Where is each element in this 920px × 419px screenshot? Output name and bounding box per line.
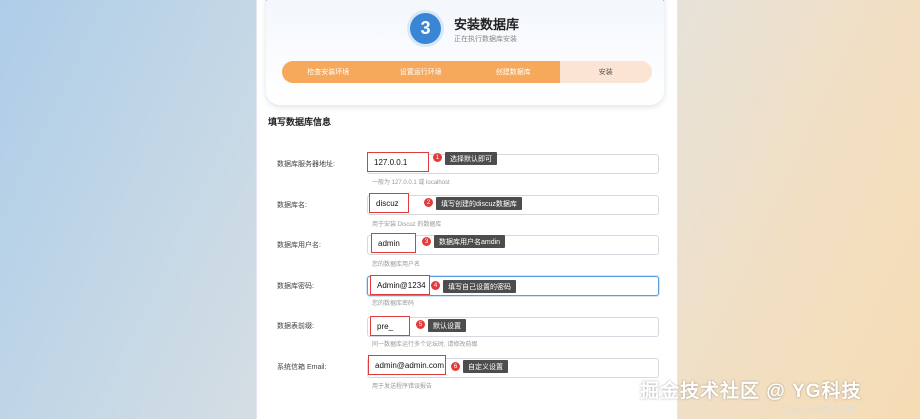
annotation-badge-2: 2 [424,198,433,207]
step-set-env: 设置运行环境 [374,61,467,83]
progress-steps: 检查安装环境 设置运行环境 创建数据库 安装 [282,61,652,83]
annotation-badge-6: 6 [451,362,460,371]
db-name-value: discuz [369,193,409,213]
annotation-badge-3: 3 [422,237,431,246]
step-create-db: 创建数据库 [467,61,560,83]
section-title: 填写数据库信息 [268,117,332,127]
annotation-note-5: 默认设置 [428,319,466,332]
db-password-label: 数据库密码: [277,283,314,290]
annotation-note-3: 数据库用户名amdin [434,235,506,248]
db-name-hint: 用于安装 Discuz 的数据库 [372,222,442,228]
annotation-badge-5: 5 [416,320,425,329]
annotation-note-4: 填写自己设置的密码 [443,280,516,293]
table-prefix-hint: 同一数据库运行多个论坛时, 请修改前缀 [372,342,478,348]
annotation-badge-4: 4 [431,281,440,290]
step-check-env: 检查安装环境 [282,61,375,83]
db-user-value: admin [371,233,416,253]
table-prefix-label: 数据表前缀: [277,323,314,330]
annotation-note-2: 填写创建的discuz数据库 [436,197,522,210]
step-subtitle: 正在执行数据库安装 [454,36,517,43]
annotation-note-1: 选择默认即可 [445,152,497,165]
annotation-badge-1: 1 [433,153,442,162]
db-user-label: 数据库用户名: [277,242,321,249]
step-install: 安装 [559,61,652,83]
step-title: 安装数据库 [454,17,520,32]
db-host-label: 数据库服务器地址: [277,161,335,168]
system-email-value: admin@admin.com [368,355,446,375]
db-password-hint: 您的数据库密码 [372,301,415,307]
annotation-note-6: 自定义设置 [463,360,508,373]
db-password-value: Admin@1234 [370,275,430,295]
db-host-hint: 一般为 127.0.0.1 或 localhost [372,180,450,186]
db-host-value: 127.0.0.1 [367,152,429,172]
system-email-hint: 用于发送程序错误报告 [372,384,433,390]
db-name-label: 数据库名: [277,202,307,209]
table-prefix-input[interactable] [367,317,659,337]
watermark-sub: CSDN @鸿蒙小贝仔 [782,406,856,415]
system-email-label: 系统信箱 Email: [277,364,327,371]
table-prefix-value: pre_ [370,316,410,336]
watermark-main: 掘金技术社区 @ YG科技 [640,381,862,402]
db-user-hint: 您的数据库用户名 [372,262,421,268]
step-number-badge: 3 [410,13,441,44]
